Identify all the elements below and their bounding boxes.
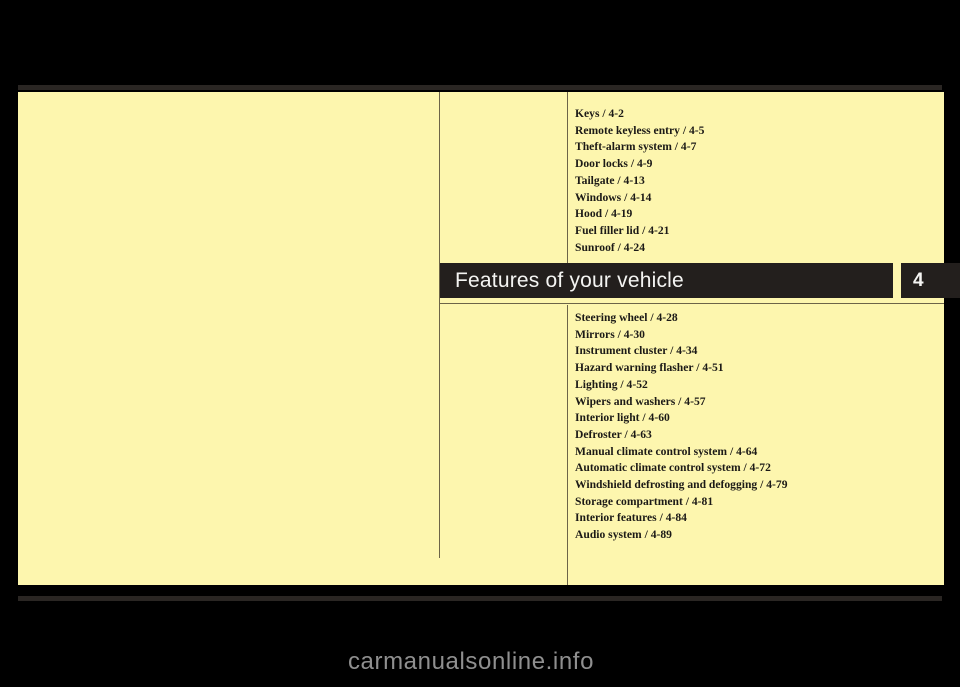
toc-item[interactable]: Mirrors / 4-30 [575, 327, 788, 344]
chapter-number-tab: 4 [901, 263, 960, 298]
toc-list-lower: Steering wheel / 4-28 Mirrors / 4-30 Ins… [575, 310, 788, 544]
toc-item[interactable]: Automatic climate control system / 4-72 [575, 460, 788, 477]
toc-item[interactable]: Storage compartment / 4-81 [575, 494, 788, 511]
chapter-number: 4 [913, 269, 924, 291]
bottom-rule [18, 596, 942, 601]
toc-item[interactable]: Hazard warning flasher / 4-51 [575, 360, 788, 377]
toc-item[interactable]: Wipers and washers / 4-57 [575, 394, 788, 411]
chapter-title-banner: Features of your vehicle [440, 263, 893, 298]
list-divider-lower [567, 305, 568, 585]
toc-item[interactable]: Audio system / 4-89 [575, 527, 788, 544]
page-title: Features of your vehicle [455, 268, 684, 292]
toc-item[interactable]: Theft-alarm system / 4-7 [575, 139, 704, 156]
toc-item[interactable]: Interior features / 4-84 [575, 510, 788, 527]
toc-item[interactable]: Instrument cluster / 4-34 [575, 343, 788, 360]
toc-list-upper: Keys / 4-2 Remote keyless entry / 4-5 Th… [575, 106, 704, 256]
toc-item[interactable]: Remote keyless entry / 4-5 [575, 123, 704, 140]
toc-item[interactable]: Door locks / 4-9 [575, 156, 704, 173]
toc-item[interactable]: Defroster / 4-63 [575, 427, 788, 444]
list-divider-upper [567, 92, 568, 263]
banner-underline-rule [440, 303, 944, 304]
toc-item[interactable]: Manual climate control system / 4-64 [575, 444, 788, 461]
column-divider-left-lower [439, 305, 440, 558]
toc-item[interactable]: Hood / 4-19 [575, 206, 704, 223]
toc-item[interactable]: Windshield defrosting and defogging / 4-… [575, 477, 788, 494]
toc-item[interactable]: Lighting / 4-52 [575, 377, 788, 394]
watermark-text: carmanualsonline.info [347, 648, 595, 675]
toc-item[interactable]: Windows / 4-14 [575, 190, 704, 207]
toc-item[interactable]: Tailgate / 4-13 [575, 173, 704, 190]
content-sheet: Keys / 4-2 Remote keyless entry / 4-5 Th… [18, 92, 944, 585]
top-rule [18, 85, 942, 90]
toc-item[interactable]: Fuel filler lid / 4-21 [575, 223, 704, 240]
toc-item[interactable]: Keys / 4-2 [575, 106, 704, 123]
toc-item[interactable]: Interior light / 4-60 [575, 410, 788, 427]
page-canvas: Keys / 4-2 Remote keyless entry / 4-5 Th… [0, 0, 960, 687]
toc-item[interactable]: Sunroof / 4-24 [575, 240, 704, 257]
toc-item[interactable]: Steering wheel / 4-28 [575, 310, 788, 327]
